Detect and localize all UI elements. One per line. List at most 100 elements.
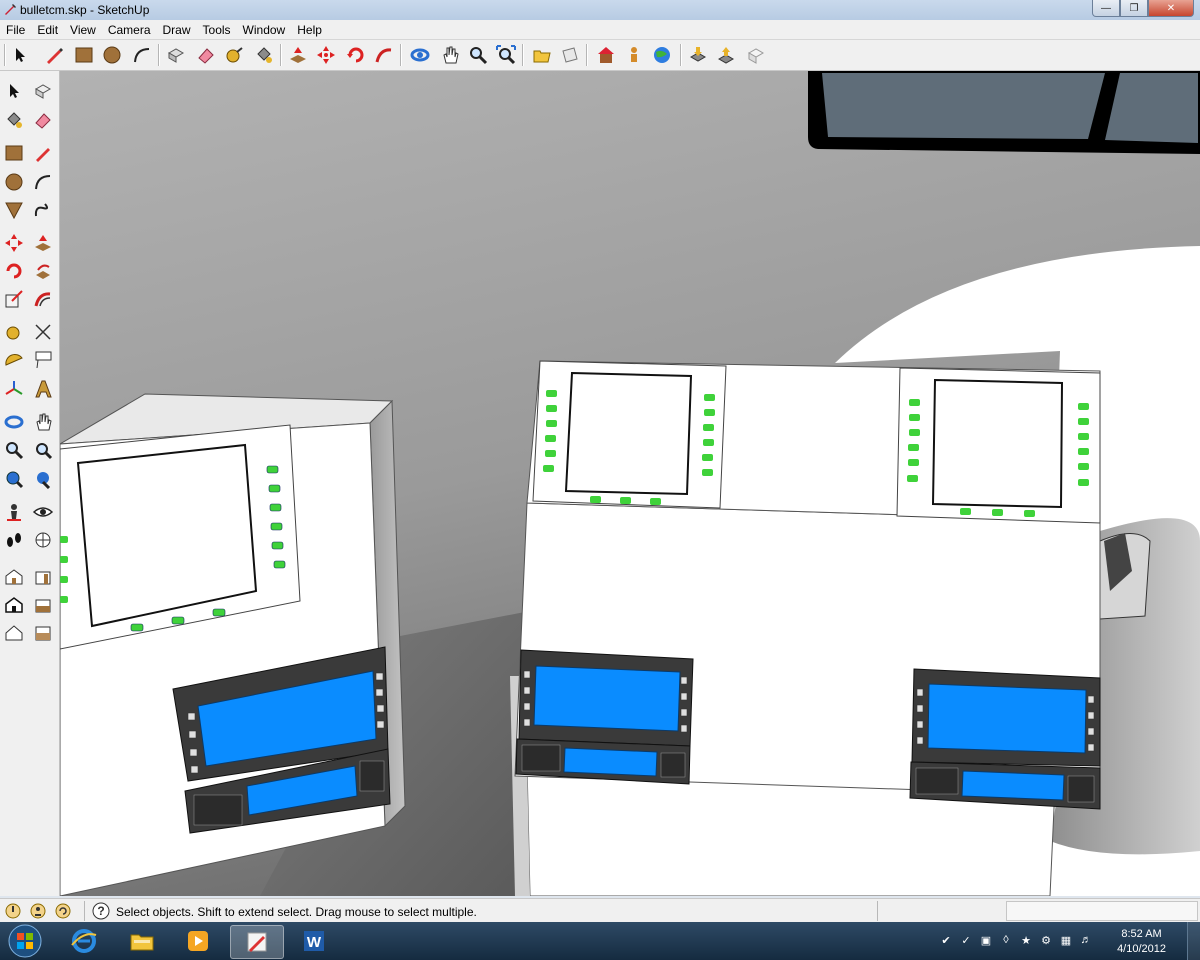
palette-arc-button[interactable]: [31, 170, 55, 194]
palette-text-button[interactable]: [31, 348, 55, 372]
palette-3d-text-button[interactable]: [31, 377, 55, 401]
palette-front-view-button[interactable]: [2, 593, 26, 617]
mfd-button[interactable]: [545, 435, 556, 442]
mfd-button[interactable]: [1078, 479, 1089, 486]
mfd-button[interactable]: [960, 508, 971, 515]
palette-select-button[interactable]: [2, 79, 26, 103]
help-icon[interactable]: ?: [92, 902, 110, 920]
palette-rotate-button[interactable]: [2, 259, 26, 283]
components-browser-button[interactable]: [686, 43, 710, 67]
model-scene[interactable]: [60, 71, 1200, 896]
palette-line-button[interactable]: [31, 141, 55, 165]
mfd-button[interactable]: [543, 465, 554, 472]
palette-back-view-button[interactable]: [31, 593, 55, 617]
menu-draw[interactable]: Draw: [157, 23, 197, 37]
palette-component-button[interactable]: [31, 79, 55, 103]
menu-file[interactable]: File: [0, 23, 31, 37]
palette-previous-view-button[interactable]: [31, 467, 55, 491]
mfd-button[interactable]: [702, 469, 713, 476]
move-tool-button[interactable]: [314, 43, 338, 67]
zoom-tool-button[interactable]: [466, 43, 490, 67]
mfd-button[interactable]: [704, 409, 715, 416]
tray-volume-icon[interactable]: ♬: [1078, 932, 1094, 948]
menu-edit[interactable]: Edit: [31, 23, 64, 37]
measurements-box[interactable]: [1006, 901, 1198, 921]
tray-checkmark-icon[interactable]: ✓: [958, 932, 974, 948]
select-tool-button[interactable]: [8, 43, 32, 67]
mfd-button[interactable]: [703, 424, 714, 431]
mfd-button[interactable]: [546, 390, 557, 397]
palette-eraser-button[interactable]: [31, 108, 55, 132]
eraser-tool-button[interactable]: [194, 43, 218, 67]
pan-tool-button[interactable]: [438, 43, 462, 67]
rectangle-tool-button[interactable]: [72, 43, 96, 67]
mfd-button[interactable]: [1078, 403, 1089, 410]
taskbar-sketchup[interactable]: [230, 925, 284, 959]
palette-rectangle-button[interactable]: [2, 141, 26, 165]
tray-shield-icon[interactable]: ✔: [938, 932, 954, 948]
palette-axes-button[interactable]: [2, 377, 26, 401]
palette-paint-button[interactable]: [2, 108, 26, 132]
mfd-button[interactable]: [546, 420, 557, 427]
palette-push-pull-button[interactable]: [31, 231, 55, 255]
mfd-button[interactable]: [60, 556, 68, 563]
menu-camera[interactable]: Camera: [102, 23, 157, 37]
tray-security-icon[interactable]: ◊: [998, 932, 1014, 948]
tray-monitor-icon[interactable]: ▣: [978, 932, 994, 948]
taskbar-file-explorer[interactable]: [116, 925, 168, 957]
mfd-button[interactable]: [908, 444, 919, 451]
make-component-button[interactable]: [164, 43, 188, 67]
scenes-button[interactable]: [530, 43, 554, 67]
show-desktop-button[interactable]: [1187, 922, 1200, 960]
taskbar-internet-explorer[interactable]: [58, 925, 110, 957]
mfd-button[interactable]: [60, 536, 68, 543]
palette-bottom-view-button[interactable]: [31, 621, 55, 645]
3d-viewport[interactable]: [60, 71, 1200, 896]
palette-section-plane-button[interactable]: [31, 528, 55, 552]
maximize-button[interactable]: ❐: [1120, 0, 1148, 17]
start-button[interactable]: [4, 924, 46, 958]
menu-view[interactable]: View: [64, 23, 102, 37]
menu-window[interactable]: Window: [237, 23, 292, 37]
close-button[interactable]: ✕: [1148, 0, 1194, 17]
palette-circle-button[interactable]: [2, 170, 26, 194]
geo-location-icon[interactable]: [4, 902, 22, 920]
line-tool-button[interactable]: [42, 43, 66, 67]
palette-polygon-button[interactable]: [2, 198, 26, 222]
palette-walk-button[interactable]: [2, 528, 26, 552]
mfd-button[interactable]: [992, 509, 1003, 516]
tray-network-icon[interactable]: ▦: [1058, 932, 1074, 948]
palette-offset-button[interactable]: [31, 287, 55, 311]
mfd-button[interactable]: [130, 623, 144, 632]
mfd-button[interactable]: [909, 399, 920, 406]
palette-move-button[interactable]: [2, 231, 26, 255]
taskbar-clock[interactable]: 8:52 AM 4/10/2012: [1117, 927, 1166, 957]
mfd-button[interactable]: [620, 497, 631, 504]
tray-gear-icon[interactable]: ⚙: [1038, 932, 1054, 948]
mfd-button[interactable]: [545, 450, 556, 457]
palette-freehand-button[interactable]: [31, 198, 55, 222]
palette-orbit-button[interactable]: [2, 410, 26, 434]
mfd-button[interactable]: [266, 465, 279, 474]
palette-scale-button[interactable]: [2, 287, 26, 311]
mfd-button[interactable]: [704, 394, 715, 401]
palette-follow-me-button[interactable]: [31, 259, 55, 283]
mfd-button[interactable]: [907, 475, 918, 482]
taskbar-media-player[interactable]: [172, 925, 224, 957]
palette-dimension-button[interactable]: [31, 320, 55, 344]
mfd-button[interactable]: [212, 608, 226, 617]
google-earth-button[interactable]: [650, 43, 674, 67]
mfd-button[interactable]: [1078, 433, 1089, 440]
orbit-tool-button[interactable]: [408, 43, 432, 67]
arc-tool-button[interactable]: [130, 43, 154, 67]
minimize-button[interactable]: —: [1092, 0, 1120, 17]
palette-look-around-button[interactable]: [31, 500, 55, 524]
tape-measure-button[interactable]: [222, 43, 246, 67]
palette-iso-view-button[interactable]: [2, 565, 26, 589]
palette-zoom-button[interactable]: [2, 438, 26, 462]
share-model-button[interactable]: [622, 43, 646, 67]
mfd-button[interactable]: [1078, 463, 1089, 470]
taskbar-word[interactable]: W: [288, 925, 340, 957]
mfd-button[interactable]: [1078, 418, 1089, 425]
follow-me-button[interactable]: [372, 43, 396, 67]
